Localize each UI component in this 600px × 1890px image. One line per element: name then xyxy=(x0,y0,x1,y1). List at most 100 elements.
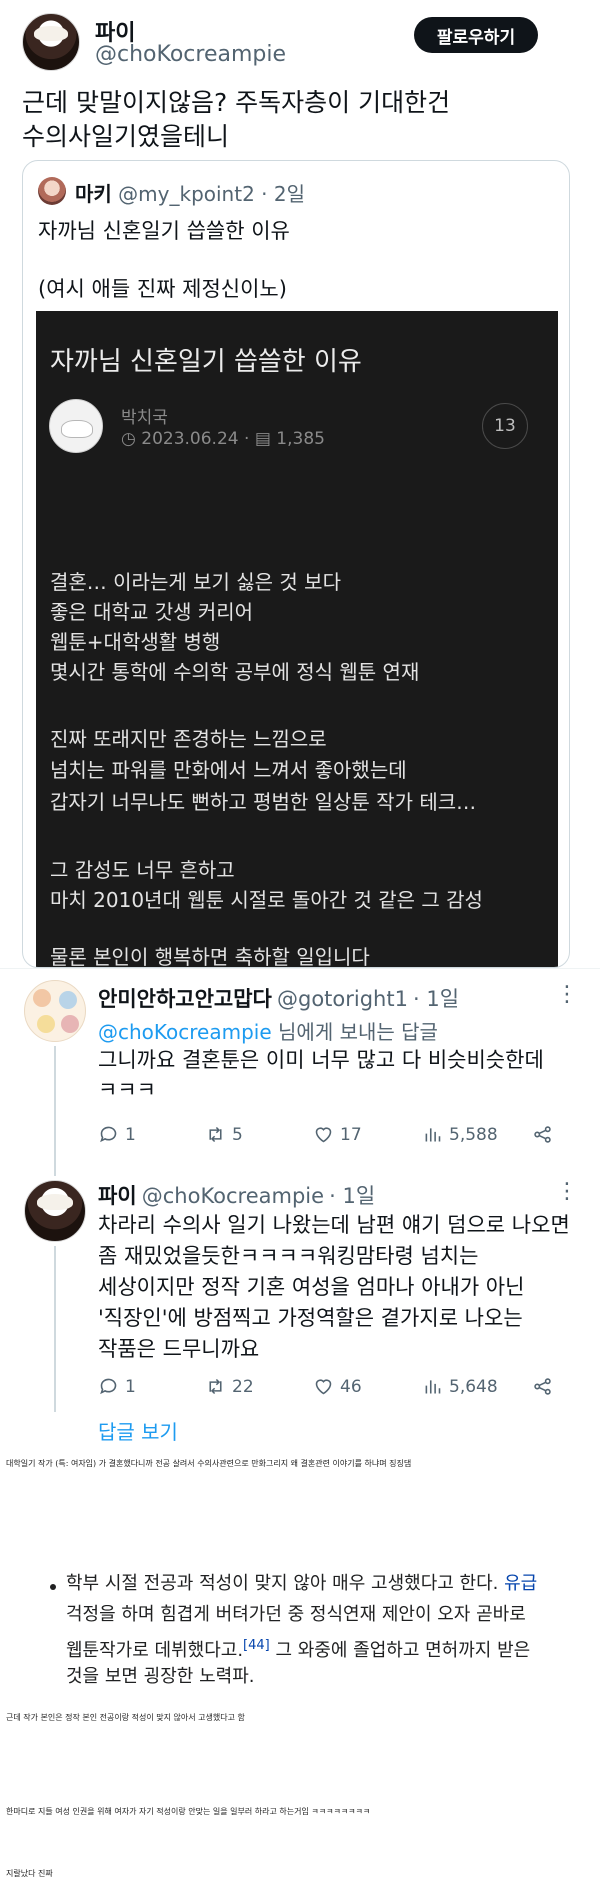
reply1-time: · 1일 xyxy=(413,987,460,1011)
wiki-line-1-text: 학부 시절 전공과 적성이 맞지 않아 매우 고생했다고 한다. xyxy=(66,1573,499,1594)
caption-2: 근데 작가 본인은 정작 본인 전공이랑 적성이 맞지 않아서 고생했다고 함 xyxy=(6,1713,245,1722)
share-button[interactable] xyxy=(532,1124,559,1145)
like-button[interactable]: 46 xyxy=(313,1376,362,1397)
quoted-media-screenshot[interactable]: 자까님 신혼일기 씁쓸한 이유 박치국 ◷ 2023.06.24 · ▤ 1,3… xyxy=(36,311,558,968)
caption-4: 지랄났다 진짜 xyxy=(6,1869,53,1878)
post-line: 몇시간 통학에 수의학 공부에 정식 웹툰 연재 xyxy=(50,660,420,684)
retweet-icon xyxy=(209,1378,222,1395)
reply2-author-name[interactable]: 파이 xyxy=(98,1184,137,1208)
tweet-text-line-1: 근데 맞말이지않음? 주독자층이 기대한건 xyxy=(22,88,451,117)
reply2-text-line: '직장인'에 방점찍고 가정역할은 곁가지로 나오는 xyxy=(98,1306,523,1330)
retweet-count: 22 xyxy=(232,1376,254,1397)
wiki-link-yugeup[interactable]: 유급 xyxy=(504,1573,537,1594)
quoted-author-avatar xyxy=(38,177,66,205)
meta-separator: · xyxy=(244,429,250,449)
views-count: 5,588 xyxy=(449,1124,498,1145)
post-line: 갑자기 너무나도 뻔하고 평범한 일상툰 작가 테크… xyxy=(50,790,477,814)
like-count: 17 xyxy=(340,1124,362,1145)
views-count: 5,648 xyxy=(449,1376,498,1397)
follow-button[interactable]: 팔로우하기 xyxy=(414,17,538,53)
retweet-icon xyxy=(209,1126,222,1143)
quoted-author-name: 마키 xyxy=(75,182,112,206)
post-title: 자까님 신혼일기 씁쓸한 이유 xyxy=(50,347,362,377)
share-icon xyxy=(534,1378,551,1395)
post-date: 2023.06.24 xyxy=(141,429,239,449)
reply2-author-handle[interactable]: @choKocreampie xyxy=(142,1184,324,1208)
caption-1: 대학일기 작가 (특: 여자임) 가 결혼했다니까 전공 살려서 수의사관련으로… xyxy=(6,1459,412,1468)
reply1-author-name[interactable]: 안미안하고안고맙다 xyxy=(98,987,272,1011)
reply1-avatar[interactable] xyxy=(24,980,86,1042)
caption-3: 한마디로 지들 여성 인권을 위해 여자가 자기 적성이랑 안맞는 일을 일부러… xyxy=(6,1807,371,1816)
more-dots-icon[interactable]: ⋮ xyxy=(556,984,578,1006)
clock-icon: ◷ xyxy=(121,429,136,449)
post-author-name: 박치국 xyxy=(121,408,168,428)
author-avatar[interactable] xyxy=(22,13,80,71)
quoted-tweet-card[interactable]: 마키 @my_kpoint2 · 2일 자까님 신혼일기 씁쓸한 이유 (여시 … xyxy=(22,160,570,968)
quoted-author-line: 마키 @my_kpoint2 · 2일 xyxy=(75,178,305,207)
share-icon xyxy=(534,1126,551,1143)
list-bullet xyxy=(50,1584,56,1590)
wiki-line-3-text: 웹툰작가로 데뷔했다고. xyxy=(66,1640,244,1661)
author-handle[interactable]: @choKocreampie xyxy=(95,42,286,67)
reply1-replying-to: @choKocreampie 님에게 보내는 답글 xyxy=(98,1016,438,1045)
post-line: 좋은 대학교 갓생 커리어 xyxy=(50,600,254,624)
heart-icon xyxy=(315,1379,332,1395)
reply-count: 1 xyxy=(125,1376,136,1397)
reply2-time: · 1일 xyxy=(329,1184,376,1208)
thread-connector xyxy=(54,1246,56,1412)
post-line: 결혼… 이라는게 보기 싫은 것 보다 xyxy=(50,570,341,594)
like-button[interactable]: 17 xyxy=(313,1124,362,1145)
wiki-line-1: 학부 시절 전공과 적성이 맞지 않아 매우 고생했다고 한다. 유급 xyxy=(66,1568,537,1599)
thread-connector xyxy=(54,1046,56,1176)
post-line: 웹툰+대학생활 병행 xyxy=(50,630,221,654)
reply2-text-line: 작품은 드무니까요 xyxy=(98,1337,260,1361)
speech-bubble-icon xyxy=(100,1126,117,1143)
post-meta: ◷ 2023.06.24 · ▤ 1,385 xyxy=(121,429,325,449)
reply-to-suffix: 님에게 보내는 답글 xyxy=(278,1020,438,1044)
like-count: 46 xyxy=(340,1376,362,1397)
more-dots-icon[interactable]: ⋮ xyxy=(556,1181,578,1203)
retweet-button[interactable]: 22 xyxy=(205,1376,254,1397)
bar-chart-icon xyxy=(425,1380,441,1394)
bar-chart-icon xyxy=(425,1128,441,1142)
comment-count-badge[interactable]: 13 xyxy=(482,403,528,449)
post-views: 1,385 xyxy=(276,429,325,449)
reply-button[interactable]: 1 xyxy=(98,1376,136,1397)
tweet-text-line-2: 수의사일기였을테니 xyxy=(22,122,230,151)
reply-to-link[interactable]: @choKocreampie xyxy=(98,1020,272,1044)
show-replies-link[interactable]: 답글 보기 xyxy=(98,1416,178,1445)
reply1-author-handle[interactable]: @gotoright1 xyxy=(277,987,408,1011)
quoted-text-line-1: 자까님 신혼일기 씁쓸한 이유 xyxy=(38,219,290,243)
quoted-author-handle: @my_kpoint2 xyxy=(118,182,255,206)
quoted-text-line-2: (여시 애들 진짜 제정신이노) xyxy=(38,277,287,301)
views-button[interactable]: 5,648 xyxy=(422,1376,498,1397)
wiki-footnote-ref[interactable]: [44] xyxy=(243,1638,270,1653)
divider xyxy=(0,968,600,969)
reply2-text-line: 세상이지만 정작 기혼 여성을 엄마나 아내가 아닌 xyxy=(98,1275,525,1299)
speech-bubble-icon xyxy=(100,1378,117,1395)
post-line: 물론 본인이 행복하면 축하할 일입니다 xyxy=(50,945,370,968)
reply-count: 1 xyxy=(125,1124,136,1145)
reply2-author-line: 파이 @choKocreampie · 1일 xyxy=(98,1180,375,1210)
quoted-time: · 2일 xyxy=(261,182,306,206)
retweet-count: 5 xyxy=(232,1124,243,1145)
post-author-avatar xyxy=(49,399,103,453)
post-line: 마치 2010년대 웹툰 시절로 돌아간 것 같은 그 감성 xyxy=(50,888,483,912)
reply1-text-line: ㅋㅋㅋ xyxy=(98,1078,156,1102)
share-button[interactable] xyxy=(532,1376,559,1397)
retweet-button[interactable]: 5 xyxy=(205,1124,243,1145)
post-line: 진짜 또래지만 존경하는 느낌으로 xyxy=(50,727,327,751)
post-line: 넘치는 파워를 만화에서 느껴서 좋아했는데 xyxy=(50,758,407,782)
reply1-text-line: 그니까요 결혼툰은 이미 너무 많고 다 비슷비슷한데 xyxy=(98,1048,544,1072)
reply2-text-line: 좀 재밌었을듯한ㅋㅋㅋㅋ워킹맘타령 넘치는 xyxy=(98,1244,479,1268)
wiki-line-2: 걱정을 하며 힘겹게 버텨가던 중 정식연재 제안이 오자 곧바로 xyxy=(66,1604,526,1625)
reply-button[interactable]: 1 xyxy=(98,1124,136,1145)
reply2-avatar[interactable] xyxy=(24,1180,86,1242)
reply2-text-line: 차라리 수의사 일기 나왔는데 남편 얘기 덤으로 나오면 xyxy=(98,1213,570,1237)
wiki-line-3-rest: 그 와중에 졸업하고 면허까지 받은 xyxy=(275,1640,531,1661)
document-icon: ▤ xyxy=(254,429,271,449)
wiki-line-4: 것을 보면 굉장한 노력파. xyxy=(66,1666,255,1687)
views-button[interactable]: 5,588 xyxy=(422,1124,498,1145)
heart-icon xyxy=(315,1127,332,1143)
reply1-author-line: 안미안하고안고맙다 @gotoright1 · 1일 xyxy=(98,983,459,1013)
